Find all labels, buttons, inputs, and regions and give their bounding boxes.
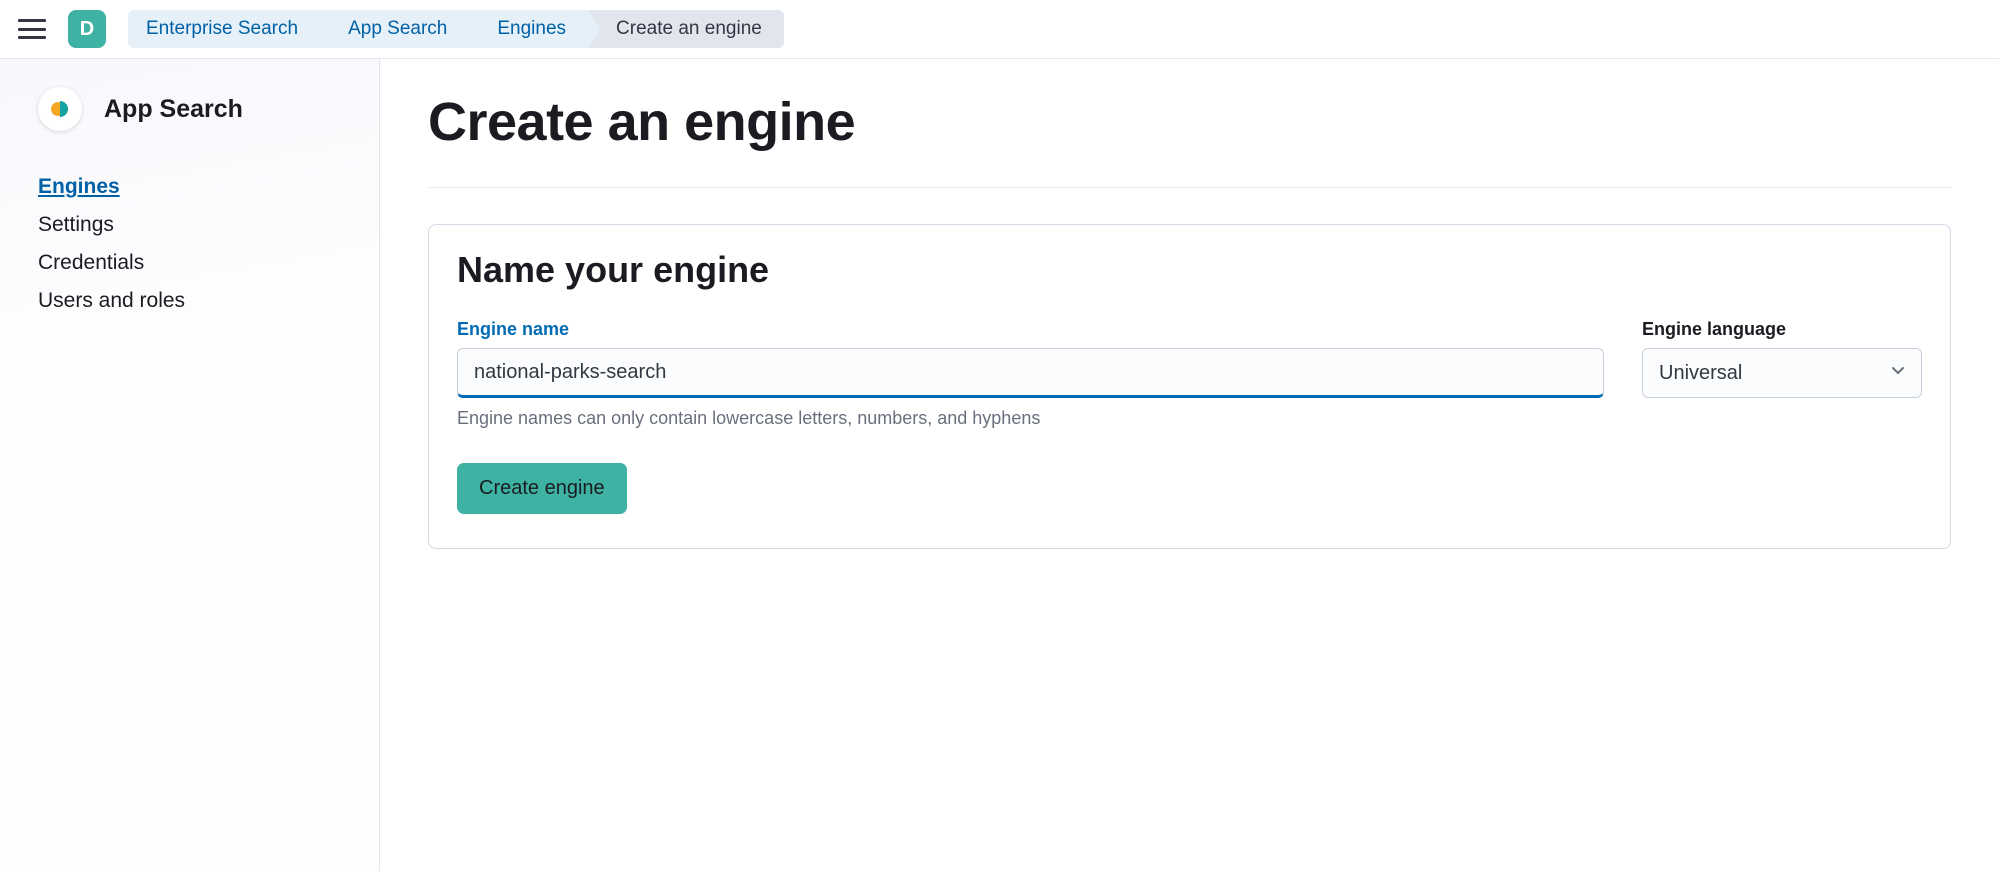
engine-name-help: Engine names can only contain lowercase … — [457, 408, 1604, 429]
create-engine-panel: Name your engine Engine name Engine name… — [428, 224, 1951, 549]
sidebar: App Search Engines Settings Credentials … — [0, 59, 380, 871]
sidebar-item-settings[interactable]: Settings — [38, 213, 379, 237]
app-search-logo-icon — [38, 87, 82, 131]
sidebar-item-users-and-roles[interactable]: Users and roles — [38, 289, 379, 313]
deployment-avatar[interactable]: D — [68, 10, 106, 48]
create-engine-button[interactable]: Create engine — [457, 463, 627, 514]
engine-language-field: Engine language Universal — [1642, 319, 1922, 398]
topbar: D Enterprise Search App Search Engines C… — [0, 0, 1999, 59]
sidebar-item-credentials[interactable]: Credentials — [38, 251, 379, 275]
breadcrumb-enterprise-search[interactable]: Enterprise Search — [128, 10, 320, 48]
engine-name-input[interactable] — [457, 348, 1604, 398]
breadcrumb-engines[interactable]: Engines — [469, 10, 588, 48]
breadcrumb-create-engine: Create an engine — [588, 10, 784, 48]
avatar-initial: D — [80, 18, 94, 41]
engine-name-field: Engine name Engine names can only contai… — [457, 319, 1604, 429]
engine-language-select[interactable]: Universal — [1642, 348, 1922, 398]
main-content: Create an engine Name your engine Engine… — [380, 59, 1999, 871]
divider — [428, 187, 1951, 188]
engine-language-label: Engine language — [1642, 319, 1922, 340]
panel-title: Name your engine — [457, 249, 1922, 291]
page-title: Create an engine — [428, 91, 1951, 153]
engine-name-label: Engine name — [457, 319, 1604, 340]
sidebar-item-engines[interactable]: Engines — [38, 175, 379, 199]
sidebar-title: App Search — [104, 95, 243, 124]
sidebar-header: App Search — [38, 87, 379, 131]
breadcrumb-app-search[interactable]: App Search — [320, 10, 469, 48]
menu-toggle-button[interactable] — [18, 19, 46, 39]
breadcrumb: Enterprise Search App Search Engines Cre… — [128, 10, 784, 48]
sidebar-nav: Engines Settings Credentials Users and r… — [38, 175, 379, 313]
